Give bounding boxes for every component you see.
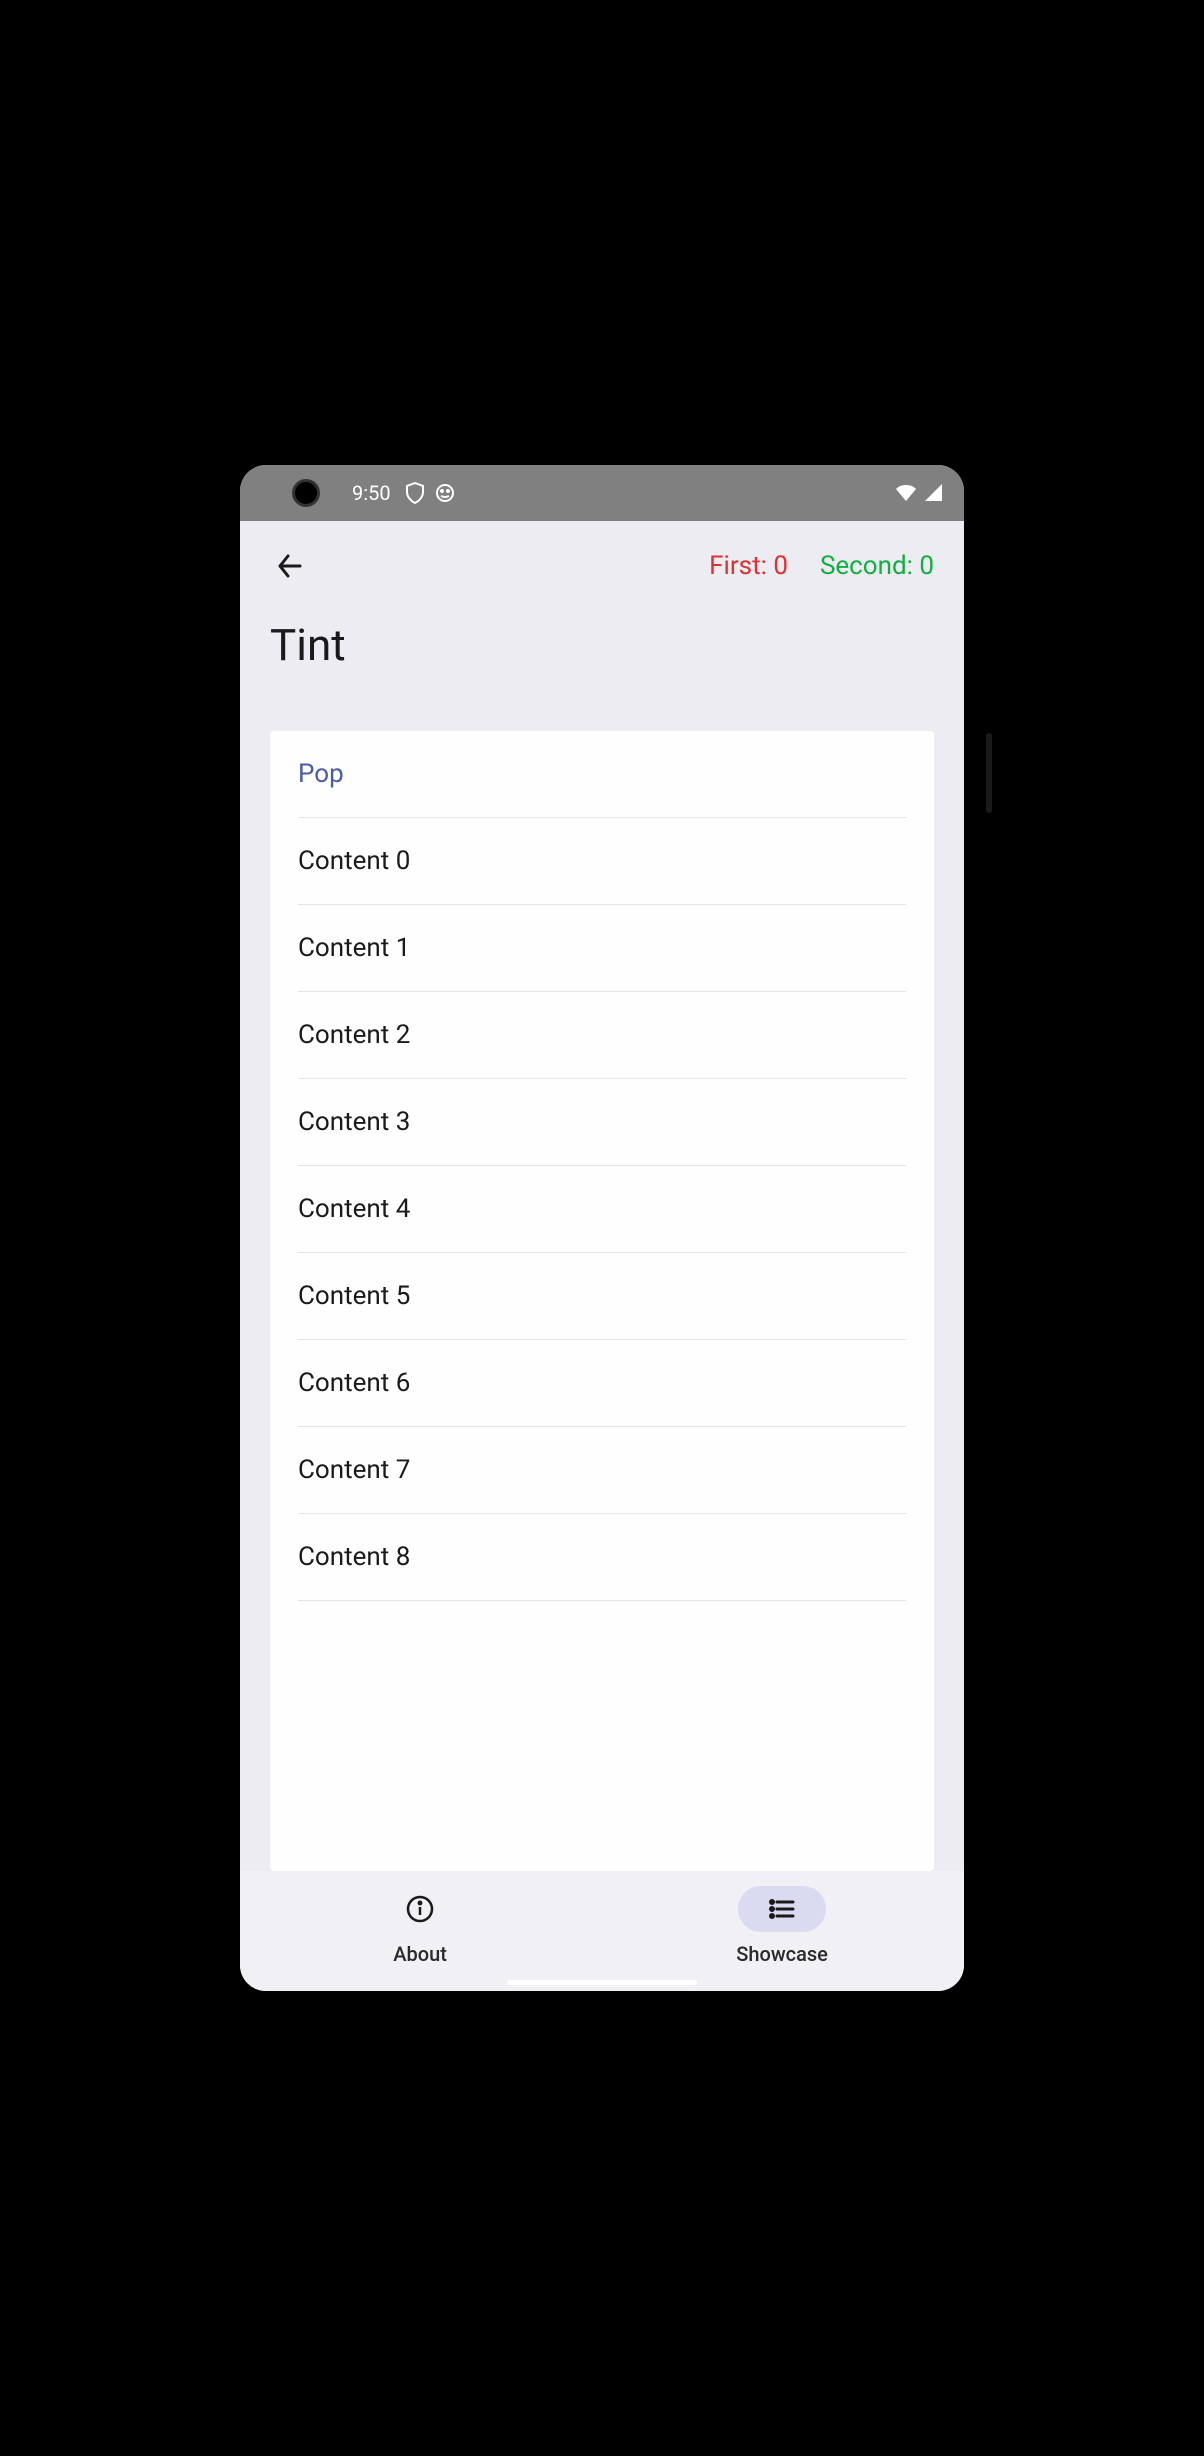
list-item[interactable]: Content 0 <box>298 818 906 905</box>
list-item[interactable]: Content 1 <box>298 905 906 992</box>
list-item[interactable]: Content 3 <box>298 1079 906 1166</box>
info-icon <box>405 1894 435 1924</box>
signal-icon <box>924 483 944 503</box>
status-icons-right <box>894 483 944 503</box>
content-area: Pop Content 0 Content 1 Content 2 Conten… <box>240 701 964 1871</box>
nav-showcase-icon-wrap <box>738 1886 826 1932</box>
phone-frame: 9:50 <box>218 443 986 2013</box>
list-item[interactable]: Content 2 <box>298 992 906 1079</box>
back-button[interactable] <box>270 546 310 586</box>
content-card: Pop Content 0 Content 1 Content 2 Conten… <box>270 731 934 1871</box>
nav-about[interactable]: About <box>376 1886 464 1966</box>
list-item[interactable]: Content 4 <box>298 1166 906 1253</box>
phone-inner: 9:50 <box>232 457 972 1999</box>
camera-hole <box>292 479 320 507</box>
arrow-left-icon <box>274 550 306 582</box>
shield-icon <box>405 482 425 504</box>
list-icon <box>767 1894 797 1924</box>
second-counter: Second: 0 <box>820 551 934 581</box>
side-button <box>986 733 992 813</box>
list-item[interactable]: Content 8 <box>298 1514 906 1601</box>
nav-about-icon-wrap <box>376 1886 464 1932</box>
list-item[interactable]: Content 6 <box>298 1340 906 1427</box>
nav-about-label: About <box>393 1942 447 1966</box>
header-labels: First: 0 Second: 0 <box>709 551 934 581</box>
status-icons-left <box>405 482 455 504</box>
app-header: First: 0 Second: 0 Tint <box>240 521 964 701</box>
status-bar: 9:50 <box>240 465 964 521</box>
face-icon <box>435 483 455 503</box>
bottom-nav: About Showcase <box>240 1871 964 1991</box>
nav-showcase[interactable]: Showcase <box>736 1886 828 1966</box>
list-item[interactable]: Content 5 <box>298 1253 906 1340</box>
page-title: Tint <box>270 619 934 671</box>
status-time: 9:50 <box>352 481 391 505</box>
pop-item[interactable]: Pop <box>298 731 906 818</box>
nav-showcase-label: Showcase <box>736 1942 828 1966</box>
header-row: First: 0 Second: 0 <box>270 541 934 591</box>
phone-screen: 9:50 <box>240 465 964 1991</box>
wifi-icon <box>894 483 918 503</box>
first-counter: First: 0 <box>709 551 788 581</box>
list-item[interactable]: Content 7 <box>298 1427 906 1514</box>
home-indicator[interactable] <box>507 1980 697 1985</box>
